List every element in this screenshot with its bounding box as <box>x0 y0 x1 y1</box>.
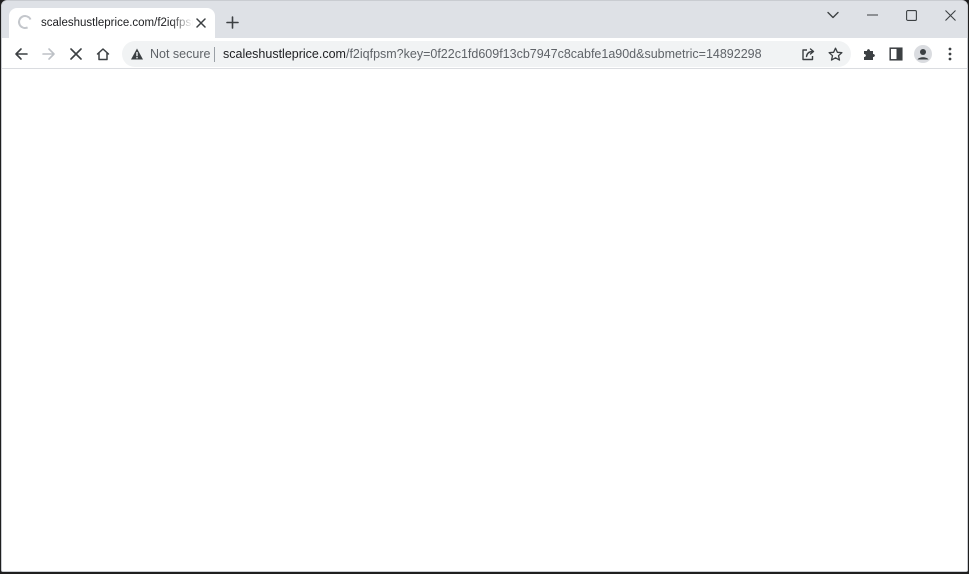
arrow-right-icon <box>42 48 55 60</box>
forward-button[interactable] <box>36 41 62 67</box>
tab-strip: scaleshustleprice.com/f2iqfpsm?key=0f22c… <box>2 1 967 38</box>
warning-triangle-icon[interactable] <box>130 47 144 61</box>
url-path: /f2iqfpsm?key=0f22c1fd609f13cb7947c8cabf… <box>345 47 762 61</box>
security-status-label[interactable]: Not secure <box>150 46 210 62</box>
arrow-left-icon <box>15 48 28 60</box>
tab-search-button[interactable] <box>814 1 852 29</box>
extensions-button[interactable] <box>856 41 882 67</box>
tab-title: scaleshustleprice.com/f2iqfpsm?key=0f22c… <box>41 17 193 29</box>
window-close-button[interactable] <box>931 1 967 29</box>
chevron-down-icon <box>827 11 839 19</box>
stop-icon <box>70 48 82 60</box>
profile-button[interactable] <box>910 41 936 67</box>
url-text[interactable]: scaleshustleprice.com/f2iqfpsm?key=0f22c… <box>223 46 762 62</box>
tab-close-button[interactable] <box>192 14 210 32</box>
home-icon <box>96 48 110 61</box>
puzzle-icon <box>864 49 875 60</box>
side-panel-icon <box>889 47 903 61</box>
stop-loading-button[interactable] <box>63 41 89 67</box>
side-panel-button[interactable] <box>883 41 909 67</box>
browser-menu-button[interactable] <box>937 41 963 67</box>
plus-icon <box>225 15 239 29</box>
loading-spinner-icon <box>16 13 34 31</box>
new-tab-button[interactable] <box>221 11 243 33</box>
minimize-button[interactable] <box>853 1 891 29</box>
star-icon <box>827 47 843 61</box>
close-icon <box>944 9 956 21</box>
maximize-icon <box>905 9 917 21</box>
browser-window: scaleshustleprice.com/f2iqfpsm?key=0f22c… <box>1 0 968 572</box>
page-content <box>2 69 967 571</box>
share-button[interactable] <box>796 42 820 66</box>
minimize-icon <box>866 14 878 16</box>
close-icon <box>196 18 206 28</box>
omnibox-divider <box>214 47 215 62</box>
url-host: scaleshustleprice.com <box>223 47 346 61</box>
share-icon <box>801 48 814 61</box>
profile-avatar-icon <box>914 45 932 63</box>
bookmark-button[interactable] <box>823 42 847 66</box>
active-tab[interactable]: scaleshustleprice.com/f2iqfpsm?key=0f22c… <box>9 8 215 38</box>
maximize-button[interactable] <box>892 1 930 29</box>
kebab-menu-icon <box>948 47 952 61</box>
back-button[interactable] <box>8 41 34 67</box>
browser-toolbar: Not secure scaleshustleprice.com/f2iqfps… <box>2 38 967 69</box>
home-button[interactable] <box>90 41 116 67</box>
address-bar[interactable]: Not secure scaleshustleprice.com/f2iqfps… <box>122 41 851 67</box>
